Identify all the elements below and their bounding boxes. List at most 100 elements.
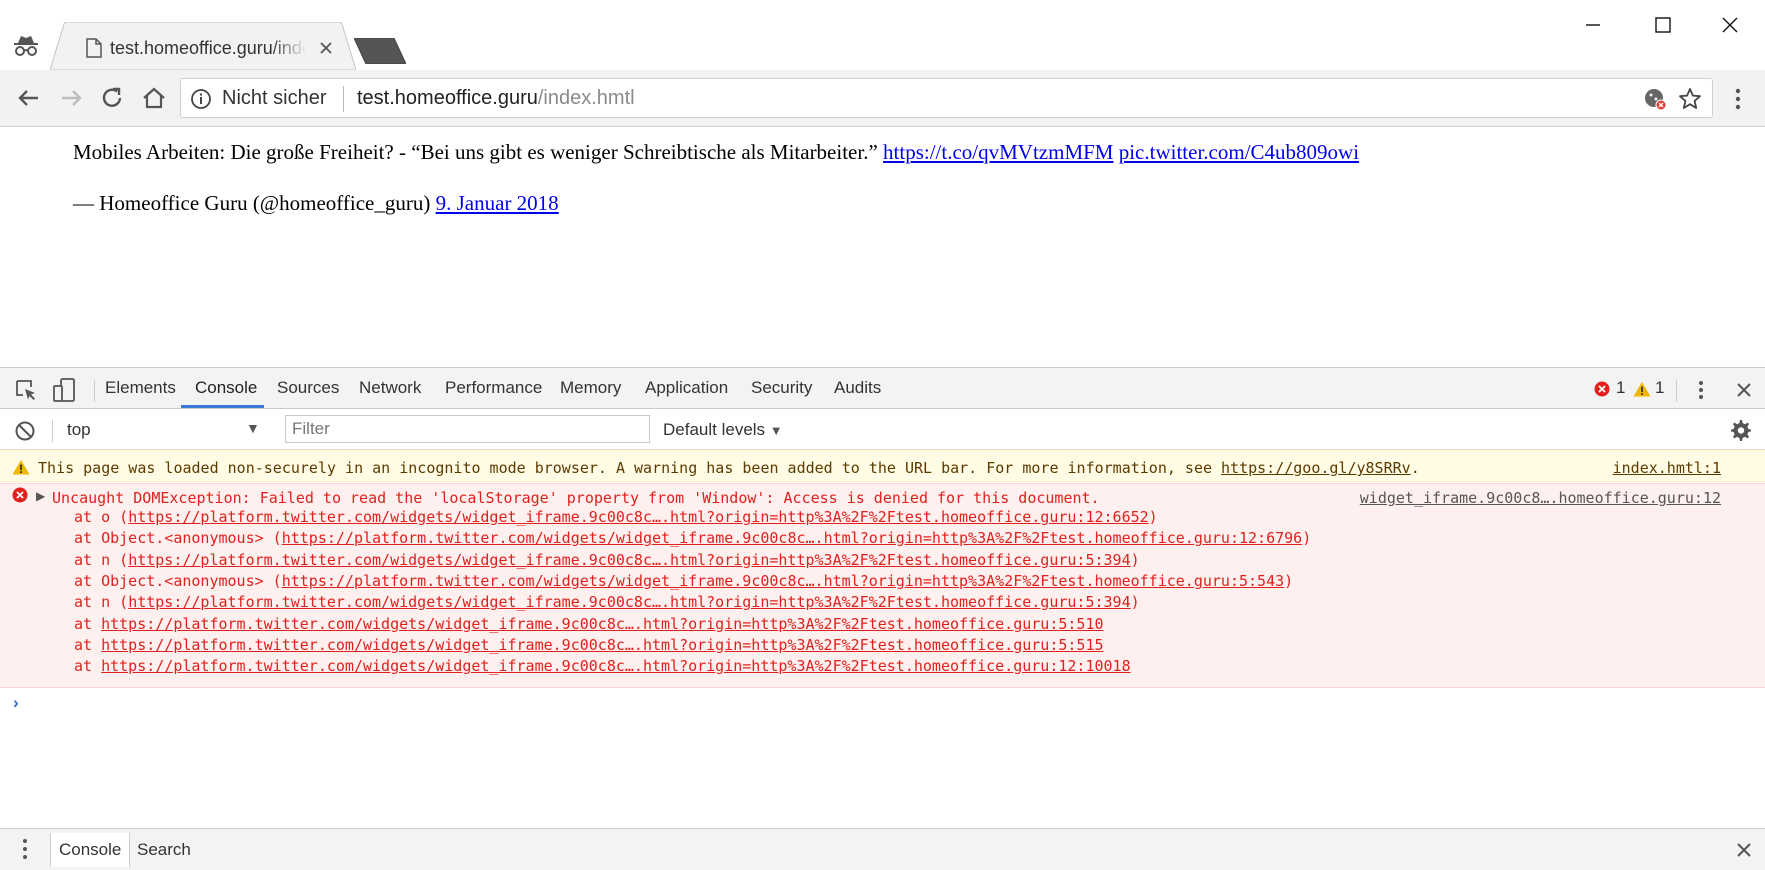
stack-frame-at: at [74, 614, 102, 633]
stack-frame-at: at [74, 529, 102, 548]
toolbar-divider [52, 420, 53, 442]
tab-console[interactable]: Console [181, 368, 271, 408]
warning-link-suffix: . [1410, 459, 1420, 477]
context-select[interactable]: top [67, 420, 91, 440]
drawer-close-icon[interactable] [1734, 840, 1754, 860]
blocked-cookie-icon[interactable] [1642, 86, 1668, 112]
minimize-icon[interactable] [1578, 10, 1608, 40]
console-prompt-chevron-icon[interactable]: › [13, 693, 19, 713]
stack-frame: at n (https://platform.twitter.com/widge… [74, 550, 1140, 569]
stack-frame-link[interactable]: https://platform.twitter.com/widgets/wid… [282, 572, 1284, 590]
stack-frame-link[interactable]: https://platform.twitter.com/widgets/wid… [282, 529, 1302, 547]
stack-frame-function: o [101, 508, 111, 526]
warning-source-link[interactable]: index.hmtl:1 [1613, 459, 1721, 477]
url-host: test.homeoffice.guru [357, 87, 538, 109]
gear-icon[interactable] [1729, 419, 1753, 443]
drawer-tab-console[interactable]: Console [50, 833, 131, 867]
stack-frame: at Object.<anonymous> (https://platform.… [74, 529, 1312, 548]
log-levels-label: Default levels [663, 420, 766, 439]
tab-security[interactable]: Security [737, 368, 826, 408]
tweet-author-line: — Homeoffice Guru (@homeoffice_guru) 9. … [73, 191, 559, 216]
tab-close-icon[interactable] [318, 40, 334, 56]
warning-link[interactable]: https://goo.gl/y8SRRv [1221, 459, 1411, 477]
warning-message: This page was loaded non-securely in an … [38, 459, 1222, 477]
stack-frame-link[interactable]: https://platform.twitter.com/widgets/wid… [101, 657, 1131, 675]
clear-console-icon[interactable] [14, 420, 36, 442]
tab-elements[interactable]: Elements [91, 368, 190, 408]
stack-frame-at: at [74, 657, 102, 676]
reload-icon[interactable] [95, 81, 129, 115]
window-close-icon[interactable] [1715, 10, 1745, 40]
stack-frame-at: at [74, 635, 102, 654]
tweet-date-link[interactable]: 9. Januar 2018 [436, 191, 559, 215]
tweet-body: Mobiles Arbeiten: Die große Freiheit? - … [73, 140, 878, 164]
stack-frame-at: at [74, 550, 102, 569]
tab-memory[interactable]: Memory [546, 368, 635, 408]
omnibox-divider [343, 86, 344, 112]
drawer-menu-icon[interactable] [18, 836, 32, 862]
forward-arrow-icon[interactable] [54, 81, 88, 115]
expand-triangle-icon[interactable]: ▶ [36, 489, 45, 503]
filter-input[interactable] [285, 415, 650, 443]
stack-frame-link[interactable]: https://platform.twitter.com/widgets/wid… [128, 508, 1148, 526]
stack-frame: at n (https://platform.twitter.com/widge… [74, 593, 1140, 612]
tweet-author: — Homeoffice Guru (@homeoffice_guru) [73, 191, 431, 215]
devtools-close-icon[interactable] [1734, 380, 1754, 400]
active-tab-indicator [181, 405, 264, 408]
stack-frame-function: n [101, 593, 111, 612]
stack-frame-at: at [74, 593, 102, 612]
context-dropdown-arrow-icon[interactable]: ▼ [246, 420, 260, 436]
chevron-down-icon: ▼ [769, 423, 783, 438]
stack-frame-link[interactable]: https://platform.twitter.com/widgets/wid… [101, 636, 1103, 654]
log-levels-select[interactable]: Default levels ▼ [663, 420, 783, 440]
stack-frame-function: n [101, 550, 111, 569]
tweet-link[interactable]: https://t.co/qvMVtzmMFM [883, 140, 1113, 164]
stack-frame-function: Object.<anonymous> [101, 571, 264, 590]
bookmark-star-icon[interactable] [1677, 86, 1703, 112]
stack-frame: at https://platform.twitter.com/widgets/… [74, 657, 1131, 675]
stack-frame-at: at [74, 571, 102, 590]
home-icon[interactable] [137, 81, 171, 115]
warning-count[interactable]: 1 [1655, 378, 1664, 398]
stack-frame-link[interactable]: https://platform.twitter.com/widgets/wid… [101, 615, 1103, 633]
error-count[interactable]: 1 [1616, 378, 1625, 398]
device-toolbar-icon[interactable] [52, 377, 76, 403]
stack-frame: at o (https://platform.twitter.com/widge… [74, 508, 1158, 526]
tab-audits[interactable]: Audits [820, 368, 895, 408]
info-icon[interactable] [190, 88, 212, 110]
tab-application[interactable]: Application [631, 368, 742, 408]
warning-count-icon [1633, 382, 1651, 397]
error-text: Uncaught DOMException: Failed to read th… [52, 489, 1100, 507]
devtools-drawer [0, 828, 1765, 870]
console-toolbar [0, 409, 1765, 450]
devtools-menu-icon[interactable] [1692, 378, 1710, 402]
stack-frame-at: at [74, 508, 102, 526]
tab-network[interactable]: Network [345, 368, 435, 408]
error-source-link[interactable]: widget_iframe.9c00c8….homeoffice.guru:12 [1360, 489, 1721, 507]
url-path: /index.hmtl [537, 87, 635, 109]
url-text[interactable]: test.homeoffice.guru/index.hmtl [357, 87, 635, 110]
browser-menu-icon[interactable] [1726, 84, 1750, 114]
stack-frame-link[interactable]: https://platform.twitter.com/widgets/wid… [128, 593, 1130, 611]
tweet-pic-link[interactable]: pic.twitter.com/C4ub809owi [1119, 140, 1359, 164]
tab-sources[interactable]: Sources [263, 368, 353, 408]
maximize-icon[interactable] [1648, 10, 1678, 40]
stack-frame-function: Object.<anonymous> [101, 529, 264, 548]
inspect-element-icon[interactable] [14, 378, 38, 402]
warning-text: This page was loaded non-securely in an … [38, 459, 1420, 477]
stack-frame: at https://platform.twitter.com/widgets/… [74, 615, 1104, 633]
back-arrow-icon[interactable] [12, 81, 46, 115]
stack-frame-link[interactable]: https://platform.twitter.com/widgets/wid… [128, 551, 1130, 569]
warning-icon [12, 460, 30, 475]
tweet-text: Mobiles Arbeiten: Die große Freiheit? - … [73, 140, 1359, 165]
tab-performance[interactable]: Performance [431, 368, 556, 408]
error-icon [12, 487, 28, 503]
new-tab-button[interactable] [354, 38, 406, 64]
page-icon [86, 38, 102, 58]
stack-frame: at https://platform.twitter.com/widgets/… [74, 636, 1104, 654]
incognito-icon [14, 36, 38, 56]
stack-frame: at Object.<anonymous> (https://platform.… [74, 571, 1294, 590]
drawer-tab-search[interactable]: Search [137, 833, 191, 867]
tab-title: test.homeoffice.guru/index.hmtl [110, 38, 306, 58]
not-secure-label[interactable]: Nicht sicher [222, 87, 326, 110]
